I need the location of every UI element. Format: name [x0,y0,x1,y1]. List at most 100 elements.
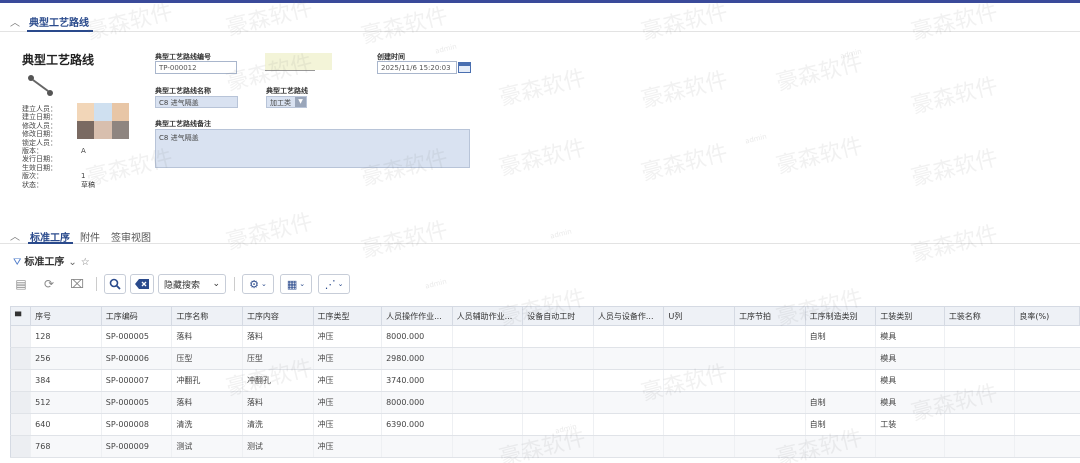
column-header[interactable]: 序号 [30,306,102,326]
column-header[interactable]: 设备自动工时 [522,306,594,326]
table-cell[interactable] [734,325,806,348]
table-cell[interactable]: 256 [30,347,102,370]
share-button[interactable]: ⋰ ⌄ [318,274,350,294]
table-cell[interactable]: 压型 [171,347,243,370]
table-cell[interactable]: 测试 [171,435,243,458]
table-cell[interactable]: 模具 [875,347,945,370]
row-selector[interactable] [9,347,31,370]
table-cell[interactable]: 768 [30,435,102,458]
table-cell[interactable] [804,435,876,458]
name-input[interactable]: C8 进气隔盖 [155,96,238,108]
table-cell[interactable] [592,413,664,436]
table-cell[interactable] [451,347,523,370]
table-cell[interactable] [663,369,735,392]
table-cell[interactable] [663,325,735,348]
table-cell[interactable] [522,347,594,370]
table-cell[interactable] [943,435,1015,458]
clear-filter-icon[interactable]: ⌧ [68,274,86,294]
table-row[interactable]: 384 SP-000007 冲翻孔 冲翻孔 冲压 3740.000 模具 [9,369,1080,392]
table-cell[interactable]: SP-000006 [100,347,172,370]
row-selector[interactable] [9,325,31,348]
table-cell[interactable] [451,369,523,392]
tab-attachments[interactable]: 附件 [80,229,100,244]
table-cell[interactable]: 128 [30,325,102,348]
code-input[interactable]: TP-000012 [155,61,237,74]
table-cell[interactable]: 冲压 [312,391,382,414]
column-header[interactable]: 工装类别 [875,306,945,326]
remark-textarea[interactable]: C8 进气隔盖 [155,129,470,168]
table-cell[interactable] [943,369,1015,392]
table-cell[interactable]: 8000.000 [381,325,453,348]
table-cell[interactable]: 512 [30,391,102,414]
table-cell[interactable]: SP-000008 [100,413,172,436]
table-cell[interactable] [943,413,1015,436]
table-cell[interactable] [451,325,523,348]
column-header[interactable]: 人员辅助作业... [451,306,524,326]
table-cell[interactable] [734,413,806,436]
tab-approval-view[interactable]: 签审视图 [111,229,151,244]
table-cell[interactable] [592,325,664,348]
table-cell[interactable] [592,347,664,370]
column-header[interactable]: 工序内容 [241,306,314,326]
table-cell[interactable] [522,435,594,458]
table-cell[interactable]: 清洗 [171,413,243,436]
table-cell[interactable] [451,435,523,458]
export-icon[interactable]: ▤ [12,274,30,294]
table-cell[interactable]: 压型 [241,347,314,370]
table-cell[interactable] [734,369,806,392]
table-cell[interactable]: SP-000009 [100,435,172,458]
table-cell[interactable]: SP-000005 [100,325,172,348]
table-cell[interactable]: 清洗 [241,413,314,436]
column-header[interactable]: U列 [663,306,736,326]
table-cell[interactable] [1014,435,1080,458]
table-cell[interactable] [522,413,594,436]
table-cell[interactable]: 落料 [171,325,243,348]
table-row[interactable]: 768 SP-000009 测试 测试 冲压 [9,435,1080,458]
created-input[interactable]: 2025/11/6 15:20:03 [377,61,457,74]
table-cell[interactable] [522,325,594,348]
table-cell[interactable] [663,347,735,370]
table-row[interactable]: 128 SP-000005 落料 落料 冲压 8000.000 自制 模具 [9,325,1080,348]
table-cell[interactable] [1014,413,1080,436]
column-settings-button[interactable]: ⚙ ⌄ [242,274,274,294]
column-header[interactable]: 工序节拍 [734,306,806,326]
table-cell[interactable]: 模具 [875,325,945,348]
column-header[interactable]: 良率(%) [1014,306,1080,326]
table-cell[interactable] [734,391,806,414]
table-cell[interactable]: 落料 [171,391,243,414]
table-cell[interactable]: 自制 [804,391,876,414]
column-header[interactable]: 工序类型 [312,306,383,326]
table-cell[interactable] [1014,369,1080,392]
calendar-icon[interactable] [458,62,471,73]
row-selector[interactable] [9,369,31,392]
table-cell[interactable]: 冲翻孔 [241,369,314,392]
row-selector[interactable] [9,413,31,436]
table-cell[interactable]: 冲压 [312,435,382,458]
column-header[interactable]: 工序编码 [100,306,173,326]
search-mode-select[interactable]: 隐藏搜索 ⌄ [158,274,226,294]
table-cell[interactable] [734,347,806,370]
table-cell[interactable]: 3740.000 [381,369,453,392]
table-cell[interactable]: SP-000007 [100,369,172,392]
route-type-select[interactable]: 加工类 ▼ [266,96,307,108]
table-cell[interactable] [804,369,876,392]
table-cell[interactable]: 冲压 [312,325,382,348]
table-cell[interactable] [1014,325,1080,348]
table-cell[interactable]: 2980.000 [381,347,453,370]
section-title[interactable]: 典型工艺路线 [29,14,89,29]
table-cell[interactable]: 模具 [875,369,945,392]
subview-title[interactable]: ⛛ 标准工序 ⌄ ☆ [13,253,90,268]
table-cell[interactable]: 自制 [804,325,876,348]
chevron-up-icon[interactable]: ︿ [10,228,20,243]
table-cell[interactable]: 6390.000 [381,413,453,436]
table-cell[interactable]: 384 [30,369,102,392]
table-row[interactable]: 512 SP-000005 落料 落料 冲压 8000.000 自制 模具 [9,391,1080,414]
table-cell[interactable]: 640 [30,413,102,436]
table-cell[interactable] [1014,391,1080,414]
layout-button[interactable]: ▦ ⌄ [280,274,312,294]
table-cell[interactable] [522,391,594,414]
column-header[interactable]: 工序制造类别 [804,306,877,326]
chevron-up-icon[interactable]: ︿ [10,14,20,29]
table-cell[interactable]: 冲压 [312,369,382,392]
table-cell[interactable]: 冲压 [312,413,382,436]
